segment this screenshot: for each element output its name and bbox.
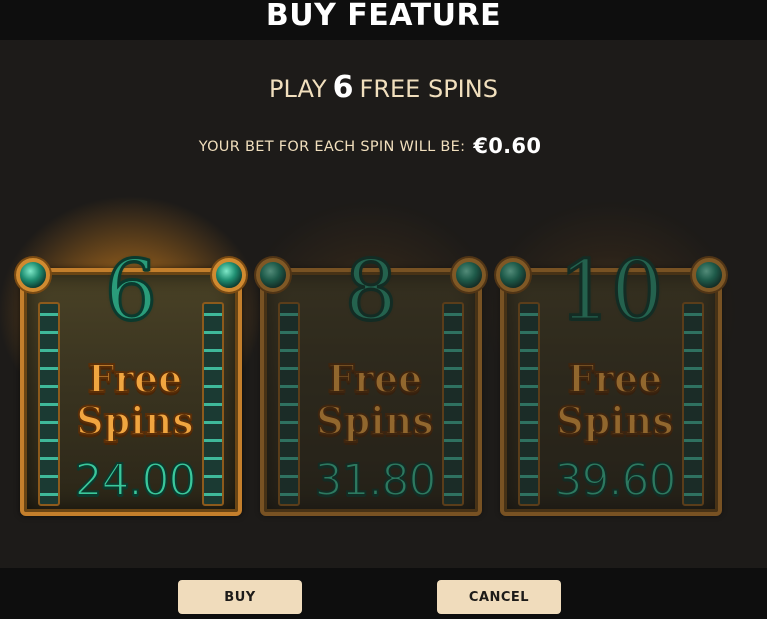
card-spins-label: Spins: [75, 398, 194, 443]
play-suffix: FREE SPINS: [359, 75, 498, 103]
card-price: 39.60: [554, 455, 678, 507]
card-free-label: Free: [567, 356, 664, 401]
card-price: 31.80: [314, 455, 438, 507]
card-spin-count: 8: [343, 243, 398, 341]
bet-info: YOUR BET FOR EACH SPIN WILL BE: €0.60: [0, 132, 740, 161]
footer-bar: [0, 568, 767, 619]
card-free-label: Free: [327, 356, 424, 401]
play-prefix: PLAY: [269, 75, 327, 103]
bet-value: €0.60: [473, 134, 542, 158]
option-card-8-spins[interactable]: Free Spins 31.80 8: [220, 180, 520, 520]
cancel-button[interactable]: CANCEL: [437, 580, 561, 614]
bet-label: YOUR BET FOR EACH SPIN WILL BE:: [198, 139, 466, 155]
play-count: 6: [332, 70, 354, 105]
card-spins-label: Spins: [555, 398, 674, 443]
card-free-label: Free: [87, 356, 184, 401]
option-card-6-spins[interactable]: Free Spins 24.00 6: [0, 180, 280, 520]
card-spin-count: 10: [557, 243, 664, 341]
card-spins-label: Spins: [315, 398, 434, 443]
dialog-title: BUY FEATURE: [265, 0, 502, 33]
option-card-10-spins[interactable]: Free Spins 39.60 10: [460, 180, 760, 520]
card-spin-count: 6: [103, 243, 158, 341]
card-price: 24.00: [74, 455, 198, 507]
play-free-spins-line: PLAY 6 FREE SPINS: [0, 70, 767, 107]
buy-button[interactable]: BUY: [178, 580, 302, 614]
